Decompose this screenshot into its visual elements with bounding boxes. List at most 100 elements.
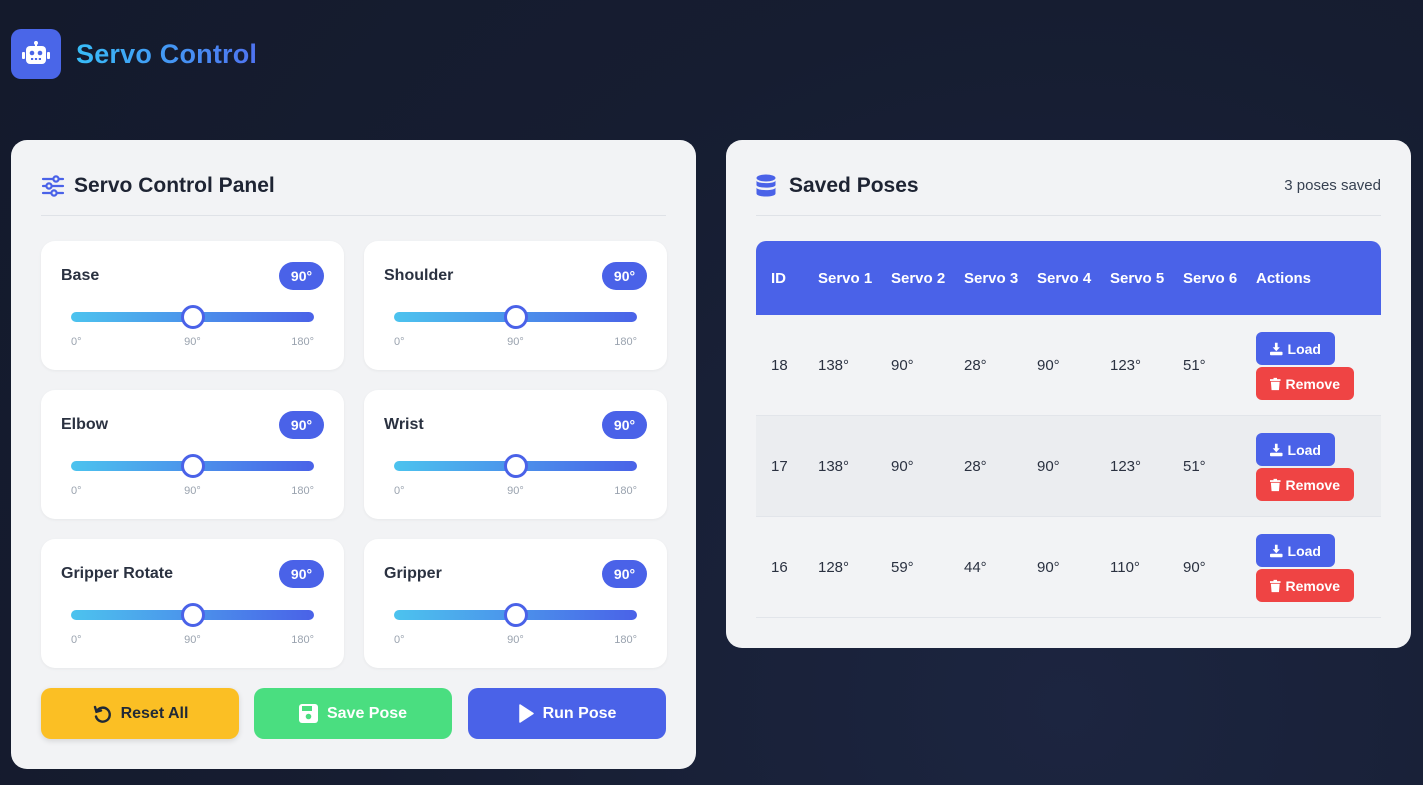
- load-label: Load: [1287, 441, 1321, 458]
- load-button[interactable]: Load: [1256, 534, 1335, 567]
- column-header-servo-2: Servo 2: [876, 241, 949, 315]
- servo-2-value: 59°: [876, 517, 949, 618]
- servo-slider[interactable]: [71, 454, 314, 478]
- servo-card-wrist: Wrist 90° 0° 90° 180°: [364, 390, 667, 519]
- trash-icon: [1270, 579, 1281, 592]
- servo-card-gripper-rotate: Gripper Rotate 90° 0° 90° 180°: [41, 539, 344, 668]
- servo-2-value: 90°: [876, 315, 949, 416]
- servo-6-value: 51°: [1168, 315, 1241, 416]
- servo-2-value: 90°: [876, 416, 949, 517]
- servo-5-value: 123°: [1095, 416, 1168, 517]
- run-pose-label: Run Pose: [542, 704, 617, 722]
- servo-slider[interactable]: [394, 454, 637, 478]
- load-label: Load: [1287, 340, 1321, 357]
- servo-1-value: 128°: [803, 517, 876, 618]
- load-button[interactable]: Load: [1256, 433, 1335, 466]
- table-row: 16 128° 59° 44° 90° 110° 90° Load Remove: [756, 517, 1381, 618]
- servo-4-value: 90°: [1022, 315, 1095, 416]
- trash-icon: [1270, 478, 1281, 491]
- servo-value-badge: 90°: [602, 560, 647, 588]
- database-icon: [756, 174, 780, 198]
- remove-button[interactable]: Remove: [1256, 569, 1354, 602]
- saved-poses-header: Saved Poses 3 poses saved: [756, 170, 1381, 216]
- slider-min-label: 0°: [71, 634, 82, 646]
- column-header-servo-3: Servo 3: [949, 241, 1022, 315]
- servo-4-value: 90°: [1022, 517, 1095, 618]
- servo-slider[interactable]: [394, 603, 637, 627]
- row-actions-cell: Load Remove: [1241, 416, 1381, 517]
- download-icon: [1270, 544, 1283, 557]
- slider-thumb[interactable]: [180, 454, 205, 478]
- slider-thumb[interactable]: [503, 454, 528, 478]
- servo-value-badge: 90°: [602, 262, 647, 290]
- row-actions-cell: Load Remove: [1241, 315, 1381, 416]
- slider-max-label: 180°: [614, 634, 637, 646]
- slider-mid-label: 90°: [507, 485, 524, 497]
- servo-1-value: 138°: [803, 315, 876, 416]
- save-pose-label: Save Pose: [326, 704, 408, 722]
- load-label: Load: [1287, 542, 1321, 559]
- column-header-servo-1: Servo 1: [803, 241, 876, 315]
- table-row: 18 138° 90° 28° 90° 123° 51° Load Remove: [756, 315, 1381, 416]
- servo-slider[interactable]: [71, 305, 314, 329]
- servo-5-value: 123°: [1095, 315, 1168, 416]
- servo-3-value: 44°: [949, 517, 1022, 618]
- servo-6-value: 90°: [1168, 517, 1241, 618]
- load-button[interactable]: Load: [1256, 332, 1335, 365]
- saved-poses-title: Saved Poses: [789, 174, 919, 197]
- pose-count: 3 poses saved: [1284, 177, 1381, 194]
- pose-id: 16: [756, 517, 803, 618]
- servo-value-badge: 90°: [602, 411, 647, 439]
- servo-value-badge: 90°: [279, 411, 324, 439]
- servo-3-value: 28°: [949, 315, 1022, 416]
- trash-icon: [1270, 377, 1281, 390]
- app-title: Servo Control: [76, 38, 258, 69]
- reset-all-label: Reset All: [120, 704, 189, 722]
- row-actions-cell: Load Remove: [1241, 517, 1381, 618]
- servo-card-elbow: Elbow 90° 0° 90° 180°: [41, 390, 344, 519]
- servo-name: Gripper: [384, 565, 442, 582]
- slider-thumb[interactable]: [503, 305, 528, 329]
- remove-button[interactable]: Remove: [1256, 367, 1354, 400]
- slider-thumb[interactable]: [503, 603, 528, 627]
- slider-max-label: 180°: [291, 485, 314, 497]
- servo-card-gripper: Gripper 90° 0° 90° 180°: [364, 539, 667, 668]
- slider-thumb[interactable]: [180, 603, 205, 627]
- saved-poses-panel: Saved Poses 3 poses saved ID Servo 1 Ser…: [726, 140, 1411, 648]
- play-icon: [518, 704, 534, 723]
- servo-value-badge: 90°: [279, 262, 324, 290]
- reset-all-button[interactable]: Reset All: [41, 688, 239, 739]
- save-pose-button[interactable]: Save Pose: [254, 688, 452, 739]
- column-header-actions: Actions: [1241, 241, 1381, 315]
- slider-max-label: 180°: [614, 336, 637, 348]
- servo-4-value: 90°: [1022, 416, 1095, 517]
- servo-name: Gripper Rotate: [61, 565, 174, 582]
- sliders-icon: [41, 174, 65, 198]
- undo-icon: [93, 705, 111, 723]
- column-header-servo-5: Servo 5: [1095, 241, 1168, 315]
- app-header: Servo Control: [11, 29, 257, 79]
- slider-min-label: 0°: [394, 485, 405, 497]
- servo-1-value: 138°: [803, 416, 876, 517]
- slider-max-label: 180°: [291, 634, 314, 646]
- run-pose-button[interactable]: Run Pose: [468, 688, 666, 739]
- servo-name: Wrist: [384, 416, 424, 433]
- floppy-disk-icon: [298, 704, 318, 723]
- remove-button[interactable]: Remove: [1256, 468, 1354, 501]
- slider-thumb[interactable]: [180, 305, 205, 329]
- remove-label: Remove: [1285, 577, 1340, 594]
- slider-min-label: 0°: [71, 485, 82, 497]
- download-icon: [1270, 443, 1283, 456]
- servo-card-base: Base 90° 0° 90° 180°: [41, 241, 344, 370]
- column-header-servo-6: Servo 6: [1168, 241, 1241, 315]
- control-panel-header: Servo Control Panel: [41, 170, 666, 216]
- servo-name: Shoulder: [384, 267, 454, 284]
- table-header-row: ID Servo 1 Servo 2 Servo 3 Servo 4 Servo…: [756, 241, 1381, 315]
- robot-icon: [11, 29, 61, 79]
- servo-slider[interactable]: [71, 603, 314, 627]
- download-icon: [1270, 342, 1283, 355]
- pose-id: 17: [756, 416, 803, 517]
- servo-card-shoulder: Shoulder 90° 0° 90° 180°: [364, 241, 667, 370]
- servo-slider[interactable]: [394, 305, 637, 329]
- control-panel-title: Servo Control Panel: [74, 174, 275, 197]
